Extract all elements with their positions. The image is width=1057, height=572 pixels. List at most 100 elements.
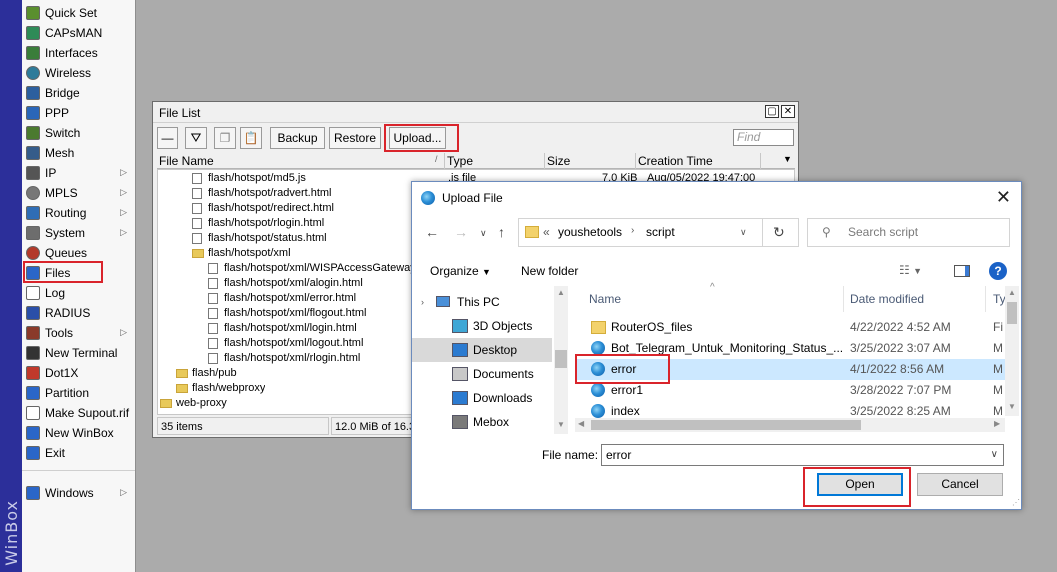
sidebar-item-routing[interactable]: Routing ▷ — [22, 203, 135, 223]
sidebar-item-partition[interactable]: Partition — [22, 383, 135, 403]
col-date-modified[interactable]: Date modified — [850, 292, 924, 306]
new-folder-button[interactable]: New folder — [521, 264, 578, 278]
scroll-down-icon[interactable]: ▼ — [1008, 402, 1016, 411]
close-icon[interactable]: ✕ — [781, 105, 795, 118]
find-input[interactable]: Find — [733, 129, 794, 146]
ppp-icon — [26, 106, 40, 120]
file-scrollbar[interactable]: ▲ ▼ — [1005, 286, 1019, 416]
sidebar-item-mpls[interactable]: MPLS ▷ — [22, 183, 135, 203]
col-size[interactable]: Size — [547, 154, 570, 168]
sidebar-item-make-supout-rif[interactable]: Make Supout.rif — [22, 403, 135, 423]
nav-item-downloads[interactable]: Downloads — [412, 386, 552, 410]
file-name-label: File name: — [542, 448, 599, 462]
sidebar-item-ip[interactable]: IP ▷ — [22, 163, 135, 183]
sidebar-item-windows[interactable]: Windows ▷ — [22, 483, 135, 503]
col-creation-time[interactable]: Creation Time — [638, 154, 713, 168]
file-hscroll-thumb[interactable] — [591, 420, 861, 430]
chevron-down-icon[interactable]: ∨ — [740, 227, 747, 238]
sidebar-item-label: Tools — [45, 326, 74, 340]
sidebar-item-mesh[interactable]: Mesh — [22, 143, 135, 163]
winbox-brand: WinBox — [2, 500, 21, 566]
back-arrow-icon[interactable]: ← — [425, 224, 439, 240]
restore-button[interactable]: Restore — [329, 127, 381, 149]
file-item-date: 3/25/2022 3:07 AM — [850, 341, 951, 355]
filter-button[interactable]: ⛛ — [185, 127, 207, 149]
copy-icon: ❐ — [219, 131, 231, 145]
search-input[interactable]: ⚲ Search script — [807, 218, 1010, 247]
view-options-icon[interactable]: ☷ ▼ — [899, 263, 922, 277]
col-file-name[interactable]: File Name — [159, 154, 214, 168]
sidebar-item-capsman[interactable]: CAPsMAN — [22, 23, 135, 43]
breadcrumb-youshetools[interactable]: youshetools — [558, 225, 622, 239]
file-name: flash/hotspot/xml/logout.html — [224, 337, 364, 349]
sidebar-item-radius[interactable]: RADIUS — [22, 303, 135, 323]
file-item-routeros-files[interactable]: RouterOS_files 4/22/2022 4:52 AM Fi — [575, 317, 1005, 338]
sidebar-item-queues[interactable]: Queues — [22, 243, 135, 263]
paste-button[interactable]: 📋 — [240, 127, 262, 149]
nav-item-3d-objects[interactable]: 3D Objects — [412, 314, 552, 338]
sidebar-item-quick-set[interactable]: Quick Set — [22, 3, 135, 23]
breadcrumb-script[interactable]: script — [646, 225, 675, 239]
files-highlight-box — [23, 261, 103, 283]
nav-item-this-pc[interactable]: This PC › — [412, 290, 552, 314]
dialog-titlebar[interactable]: Upload File ✕ — [412, 182, 1021, 214]
sidebar-item-exit[interactable]: Exit — [22, 443, 135, 463]
file-icon — [192, 218, 202, 229]
sidebar-item-new-terminal[interactable]: New Terminal — [22, 343, 135, 363]
expand-chevron-icon[interactable]: › — [421, 290, 424, 314]
scroll-right-icon[interactable]: ▶ — [994, 419, 1000, 428]
scroll-up-icon[interactable]: ▲ — [1008, 288, 1016, 297]
refresh-icon[interactable]: ↻ — [773, 224, 785, 241]
winbox-icon — [26, 426, 40, 440]
sidebar-item-log[interactable]: Log — [22, 283, 135, 303]
nav-scroll-thumb[interactable] — [555, 350, 567, 368]
sidebar-item-switch[interactable]: Switch — [22, 123, 135, 143]
open-highlight-box — [803, 467, 911, 507]
address-bar[interactable]: « youshetools › script ∨ ↻ — [518, 218, 799, 247]
sidebar-item-ppp[interactable]: PPP — [22, 103, 135, 123]
file-name-input[interactable]: error ∨ — [601, 444, 1004, 466]
sidebar-item-dot1x[interactable]: Dot1X — [22, 363, 135, 383]
sidebar-item-interfaces[interactable]: Interfaces — [22, 43, 135, 63]
sidebar-divider — [22, 470, 135, 471]
column-menu-icon[interactable]: ▼ — [783, 154, 792, 164]
edge-icon — [591, 383, 605, 397]
sidebar-item-new-winbox[interactable]: New WinBox — [22, 423, 135, 443]
col-name[interactable]: Name — [589, 292, 621, 306]
copy-button[interactable]: ❐ — [214, 127, 236, 149]
sidebar-item-wireless[interactable]: Wireless — [22, 63, 135, 83]
scroll-down-icon[interactable]: ▼ — [557, 420, 565, 429]
nav-item-desktop[interactable]: Desktop — [412, 338, 552, 362]
file-item-date: 3/28/2022 7:07 PM — [850, 383, 952, 397]
sidebar-item-system[interactable]: System ▷ — [22, 223, 135, 243]
col-separator — [544, 153, 545, 169]
sidebar-item-tools[interactable]: Tools ▷ — [22, 323, 135, 343]
nav-scrollbar[interactable]: ▲ ▼ — [554, 286, 568, 434]
maximize-icon[interactable]: ▢ — [765, 105, 779, 118]
backup-button[interactable]: Backup — [270, 127, 325, 149]
dialog-toolbar: Organize ▼ New folder ☷ ▼ ? — [412, 254, 1021, 286]
file-scroll-thumb[interactable] — [1007, 302, 1017, 324]
nav-item-documents[interactable]: Documents — [412, 362, 552, 386]
file-item-type: Fi — [993, 320, 1003, 334]
sidebar-item-bridge[interactable]: Bridge — [22, 83, 135, 103]
scroll-up-icon[interactable]: ▲ — [557, 288, 565, 297]
col-type[interactable]: Type — [447, 154, 473, 168]
scroll-left-icon[interactable]: ◀ — [578, 419, 584, 428]
file-hscrollbar[interactable]: ◀ ▶ — [575, 418, 1005, 432]
resize-grip-icon[interactable]: ⋰ — [1012, 498, 1020, 507]
remove-button[interactable]: — — [157, 127, 178, 149]
recent-locations-icon[interactable]: ∨ — [480, 228, 487, 239]
close-icon[interactable]: ✕ — [996, 187, 1011, 208]
cancel-button[interactable]: Cancel — [917, 473, 1003, 496]
preview-pane-icon[interactable] — [954, 265, 970, 277]
file-list-titlebar[interactable]: File List ▢ ✕ — [153, 102, 798, 123]
sidebar-item-label: Exit — [45, 446, 66, 460]
up-arrow-icon[interactable]: ↑ — [498, 224, 505, 240]
organize-button[interactable]: Organize ▼ — [430, 264, 491, 278]
col-type[interactable]: Ty — [993, 292, 1006, 306]
chevron-down-icon[interactable]: ∨ — [991, 445, 998, 465]
forward-arrow-icon[interactable]: → — [454, 224, 468, 240]
nav-item-mebox[interactable]: Mebox — [412, 410, 552, 434]
help-icon[interactable]: ? — [989, 262, 1007, 280]
